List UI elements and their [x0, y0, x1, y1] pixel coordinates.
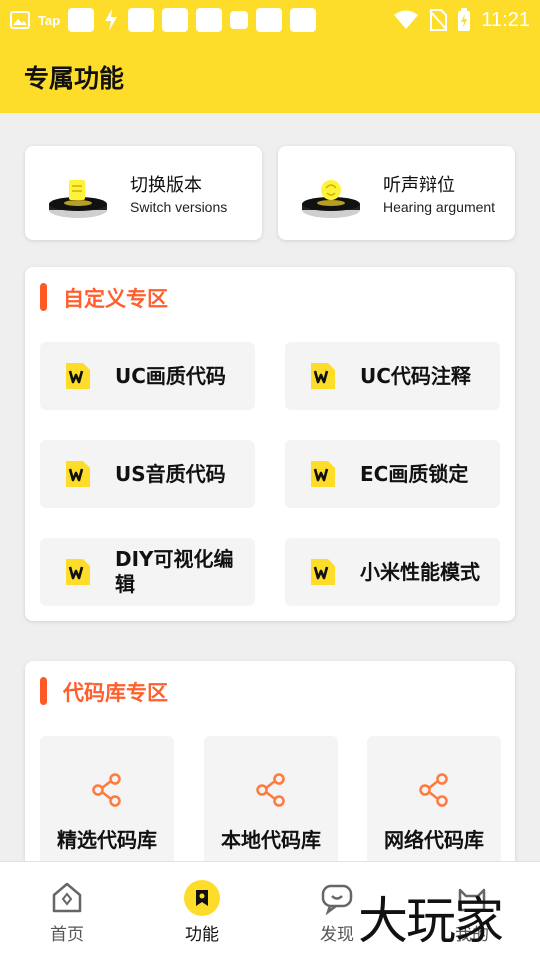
- section-title: 自定义专区: [63, 287, 168, 311]
- tile-label: UC画质代码: [115, 363, 226, 388]
- no-sim-icon: [429, 9, 448, 31]
- tile-label: US音质代码: [115, 461, 226, 486]
- tile-label: UC代码注释: [360, 363, 471, 388]
- status-bar: Tap 11:21: [0, 0, 540, 40]
- w-file-icon: [311, 363, 335, 389]
- flash-icon: [105, 9, 118, 31]
- card-subtitle: Switch versions: [130, 199, 228, 215]
- app-bar: 专属功能: [0, 40, 540, 113]
- watermark: 大玩家: [358, 892, 504, 950]
- nav-label: 首页: [50, 925, 84, 945]
- notification-icon: [162, 8, 189, 32]
- custom-section: 自定义专区 UC画质代码 UC代码注释 US音质代码 EC画质锁定 DIY可视化…: [25, 267, 515, 621]
- notification-icon: [256, 8, 283, 32]
- library-section: 代码库专区 精选代码库 本地代码库 网络代码库: [25, 661, 515, 881]
- section-title: 代码库专区: [63, 681, 168, 705]
- sound-pedestal-icon: [302, 180, 360, 218]
- notification-icon: [68, 8, 95, 32]
- share-icon: [256, 773, 285, 807]
- wifi-icon: [394, 10, 419, 29]
- w-file-icon: [66, 461, 90, 487]
- library-label: 网络代码库: [384, 828, 484, 852]
- w-file-icon: [311, 559, 335, 585]
- uc-code-comment-button[interactable]: UC代码注释: [285, 342, 500, 410]
- card-subtitle: Hearing argument: [383, 199, 496, 215]
- clock: 11:21: [481, 8, 530, 31]
- us-sound-code-button[interactable]: US音质代码: [40, 440, 255, 508]
- page-title: 专属功能: [24, 64, 125, 93]
- tile-label: EC画质锁定: [360, 461, 469, 486]
- switch-version-card[interactable]: 切换版本 Switch versions: [25, 146, 262, 240]
- notification-icon: [128, 8, 155, 32]
- section-accent-bar: [40, 283, 47, 311]
- bookmark-icon: [184, 880, 220, 916]
- local-library-button[interactable]: 本地代码库: [204, 736, 338, 876]
- battery-charging-icon: [458, 8, 471, 31]
- nav-home[interactable]: 首页: [27, 880, 107, 945]
- notification-icon: [196, 8, 223, 32]
- w-file-icon: [66, 363, 90, 389]
- tile-label: 小米性能模式: [360, 559, 480, 584]
- network-library-button[interactable]: 网络代码库: [367, 736, 501, 876]
- version-pedestal-icon: [49, 180, 107, 218]
- card-title: 听声辩位: [383, 175, 455, 196]
- card-title: 切换版本: [130, 175, 202, 196]
- ec-quality-lock-button[interactable]: EC画质锁定: [285, 440, 500, 508]
- notification-icon: [230, 11, 249, 29]
- carrier-label: Tap: [38, 12, 61, 28]
- notification-icon: [290, 8, 317, 32]
- library-label: 精选代码库: [57, 828, 157, 852]
- diy-visual-edit-button[interactable]: DIY可视化编辑: [40, 538, 255, 606]
- home-icon: [52, 882, 82, 913]
- share-icon: [92, 773, 121, 807]
- nav-label: 功能: [185, 925, 219, 945]
- library-label: 本地代码库: [221, 828, 321, 852]
- hearing-argument-card[interactable]: 听声辩位 Hearing argument: [278, 146, 515, 240]
- chat-icon: [321, 884, 353, 916]
- uc-quality-code-button[interactable]: UC画质代码: [40, 342, 255, 410]
- section-accent-bar: [40, 677, 47, 705]
- nav-features[interactable]: 功能: [162, 880, 242, 945]
- w-file-icon: [311, 461, 335, 487]
- gallery-icon: [10, 11, 30, 29]
- w-file-icon: [66, 559, 90, 585]
- tile-label: DIY可视化编辑: [115, 547, 234, 596]
- xiaomi-performance-button[interactable]: 小米性能模式: [285, 538, 500, 606]
- share-icon: [419, 773, 448, 807]
- featured-library-button[interactable]: 精选代码库: [40, 736, 174, 876]
